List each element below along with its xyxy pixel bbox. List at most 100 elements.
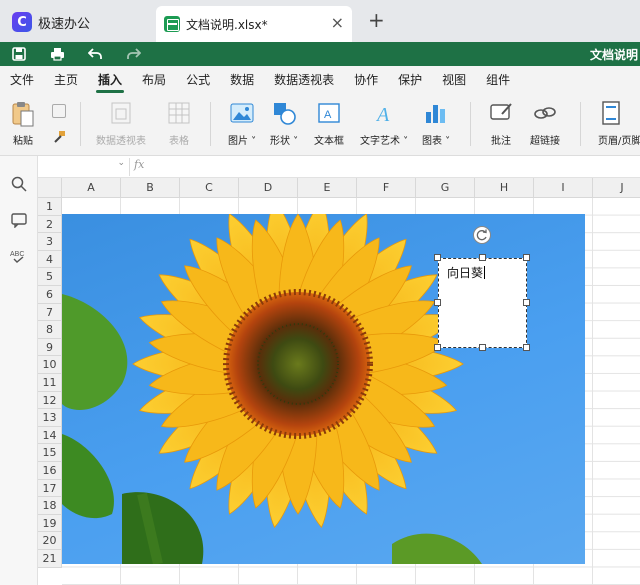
column-header[interactable]: D xyxy=(239,178,298,198)
row-header[interactable]: 10 xyxy=(38,356,62,374)
document-title: 文档说明 xyxy=(589,48,638,62)
redo-icon[interactable] xyxy=(114,42,152,66)
comment-panel-icon[interactable] xyxy=(9,212,29,232)
hyperlink-button[interactable]: 超链接 xyxy=(530,100,560,147)
shape-icon xyxy=(271,100,297,126)
row-header[interactable]: 14 xyxy=(38,426,62,445)
shape-label: 形状 ˅ xyxy=(270,136,299,147)
row-header[interactable]: 19 xyxy=(38,514,62,533)
ribbon-toolbar: 粘贴 数据透视表 表格 图片 ˅ 形状 ˅ A 文本框 A 文字艺术 ˅ 图表 … xyxy=(0,94,640,156)
undo-icon[interactable] xyxy=(76,42,114,66)
chart-icon xyxy=(423,100,449,126)
column-header[interactable]: H xyxy=(475,178,534,198)
column-header[interactable]: E xyxy=(298,178,357,198)
row-header[interactable]: 5 xyxy=(38,268,62,286)
menu-pivot-table[interactable]: 数据透视表 xyxy=(264,66,344,94)
chart-label: 图表 ˅ xyxy=(422,136,451,147)
column-header[interactable]: C xyxy=(180,178,239,198)
function-icon[interactable]: fx xyxy=(134,158,154,171)
menu-insert[interactable]: 插入 xyxy=(88,66,132,94)
pivot-table-icon xyxy=(108,100,134,126)
picture-label: 图片 ˅ xyxy=(228,136,257,147)
comment-button[interactable]: 批注 xyxy=(488,100,514,147)
row-header[interactable]: 8 xyxy=(38,321,62,339)
resize-handle-bottom[interactable] xyxy=(479,344,486,351)
row-header[interactable]: 20 xyxy=(38,532,62,550)
row-header[interactable]: 16 xyxy=(38,462,62,480)
resize-handle-left[interactable] xyxy=(434,299,441,306)
textbox-icon: A xyxy=(316,100,342,126)
ribbon-separator xyxy=(470,102,471,146)
close-tab-icon[interactable]: × xyxy=(331,15,344,31)
menu-protect[interactable]: 保护 xyxy=(388,66,432,94)
column-header[interactable]: I xyxy=(534,178,593,198)
new-tab-button[interactable]: + xyxy=(368,10,385,30)
select-all-corner[interactable] xyxy=(38,178,62,198)
row-header[interactable]: 13 xyxy=(38,409,62,427)
row-header[interactable]: 1 xyxy=(38,198,62,216)
rotate-handle-icon[interactable] xyxy=(473,226,491,244)
svg-text:A: A xyxy=(324,109,332,121)
app-home-tab[interactable]: C 极速办公 xyxy=(6,6,146,38)
menu-data[interactable]: 数据 xyxy=(220,66,264,94)
chart-button[interactable]: 图表 ˅ xyxy=(422,100,450,147)
column-header[interactable]: F xyxy=(357,178,416,198)
search-icon[interactable] xyxy=(9,176,29,196)
resize-handle-top-left[interactable] xyxy=(434,254,441,261)
table-button[interactable]: 表格 xyxy=(166,100,192,147)
paste-button[interactable]: 粘贴 xyxy=(10,100,36,147)
resize-handle-top[interactable] xyxy=(479,254,486,261)
print-icon[interactable] xyxy=(38,42,76,66)
column-header[interactable]: A xyxy=(62,178,121,198)
pivot-table-button[interactable]: 数据透视表 xyxy=(96,100,146,147)
spellcheck-icon[interactable]: ABC xyxy=(9,248,29,268)
menu-formula[interactable]: 公式 xyxy=(176,66,220,94)
column-header[interactable]: G xyxy=(416,178,475,198)
document-tab-title: 文档说明.xlsx* xyxy=(186,17,268,32)
row-header[interactable]: 15 xyxy=(38,444,62,462)
row-header[interactable]: 18 xyxy=(38,497,62,515)
resize-handle-top-right[interactable] xyxy=(523,254,530,261)
paste-icon xyxy=(10,100,36,127)
hyperlink-icon xyxy=(532,100,558,126)
save-icon[interactable] xyxy=(0,42,38,66)
menu-layout[interactable]: 布局 xyxy=(132,66,176,94)
row-header[interactable]: 7 xyxy=(38,303,62,322)
row-header[interactable]: 9 xyxy=(38,338,62,357)
menu-collaborate[interactable]: 协作 xyxy=(344,66,388,94)
document-tab[interactable]: 文档说明.xlsx* × xyxy=(156,6,352,42)
chevron-down-icon[interactable]: ⌄ xyxy=(117,158,125,168)
text-box-content[interactable]: 向日葵 xyxy=(447,264,486,281)
row-header[interactable]: 11 xyxy=(38,374,62,392)
header-footer-button[interactable]: 页眉/页脚 xyxy=(598,100,640,147)
row-header[interactable]: 3 xyxy=(38,233,62,251)
menu-file[interactable]: 文件 xyxy=(0,66,44,94)
row-header[interactable]: 21 xyxy=(38,550,62,568)
copy-icon[interactable] xyxy=(52,104,66,118)
textbox-label: 文本框 xyxy=(314,136,344,147)
row-header[interactable]: 17 xyxy=(38,479,62,498)
menu-bar: 文件 主页 插入 布局 公式 数据 数据透视表 协作 保护 视图 组件 xyxy=(0,66,640,94)
shape-button[interactable]: 形状 ˅ xyxy=(270,100,298,147)
table-label: 表格 xyxy=(169,136,189,147)
row-header[interactable]: 2 xyxy=(38,215,62,234)
resize-handle-right[interactable] xyxy=(523,299,530,306)
format-painter-icon[interactable] xyxy=(52,130,66,144)
comment-icon xyxy=(488,100,514,126)
name-box[interactable]: ⌄ xyxy=(38,158,130,176)
text-box[interactable]: 向日葵 xyxy=(438,258,527,348)
menu-components[interactable]: 组件 xyxy=(476,66,520,94)
table-icon xyxy=(166,100,192,126)
textbox-button[interactable]: A 文本框 xyxy=(314,100,344,147)
row-header[interactable]: 6 xyxy=(38,286,62,304)
resize-handle-bottom-right[interactable] xyxy=(523,344,530,351)
resize-handle-bottom-left[interactable] xyxy=(434,344,441,351)
picture-button[interactable]: 图片 ˅ xyxy=(228,100,256,147)
row-header[interactable]: 12 xyxy=(38,391,62,410)
menu-home[interactable]: 主页 xyxy=(44,66,88,94)
wordart-button[interactable]: A 文字艺术 ˅ xyxy=(360,100,408,147)
row-header[interactable]: 4 xyxy=(38,250,62,269)
menu-view[interactable]: 视图 xyxy=(432,66,476,94)
column-header[interactable]: B xyxy=(121,178,180,198)
column-header[interactable]: J xyxy=(593,178,640,198)
